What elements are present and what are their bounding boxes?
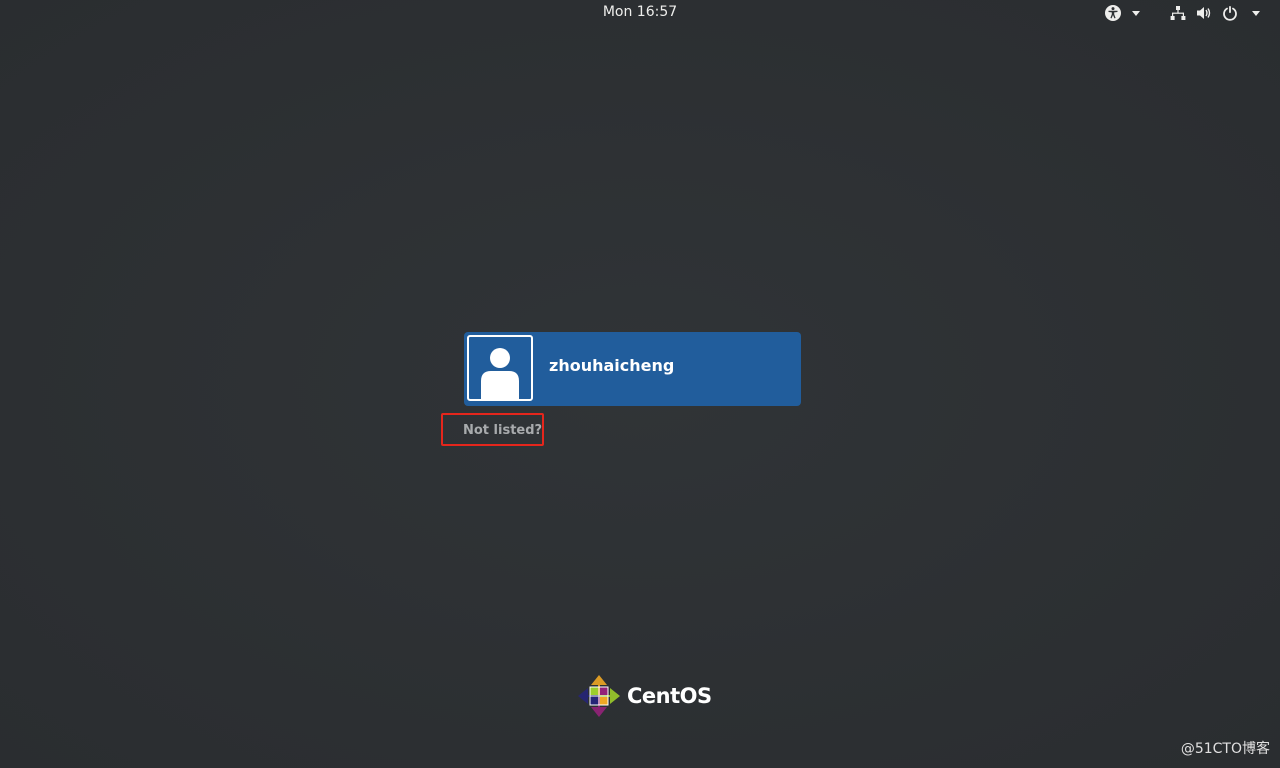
centos-branding: CentOS [577,674,712,718]
watermark: @51CTO博客 [1180,741,1270,757]
not-listed-button[interactable]: Not listed? [463,423,542,438]
chevron-down-icon [1132,10,1140,16]
power-icon [1223,6,1237,21]
speaker-volume-icon [1197,7,1211,19]
user-list-item[interactable]: zhouhaicheng [464,332,801,406]
network-wired-icon [1170,6,1186,20]
system-menu[interactable] [1170,3,1260,23]
top-bar: Mon 16:57 [0,0,1280,26]
user-name: zhouhaicheng [549,356,675,375]
accessibility-menu[interactable] [1104,3,1140,23]
centos-logo-icon [578,675,620,717]
clock[interactable]: Mon 16:57 [603,4,677,20]
chevron-down-icon [1252,10,1260,16]
login-screen: Mon 16:57 zhouhaicheng Not listed? CentO… [0,0,1280,768]
centos-logo-text: CentOS [627,684,712,708]
clock-container: Mon 16:57 [0,4,1280,20]
accessibility-icon [1105,5,1121,21]
user-silhouette-icon [481,348,519,399]
not-listed-highlight: Not listed? [441,413,544,446]
user-avatar-icon [467,335,533,401]
